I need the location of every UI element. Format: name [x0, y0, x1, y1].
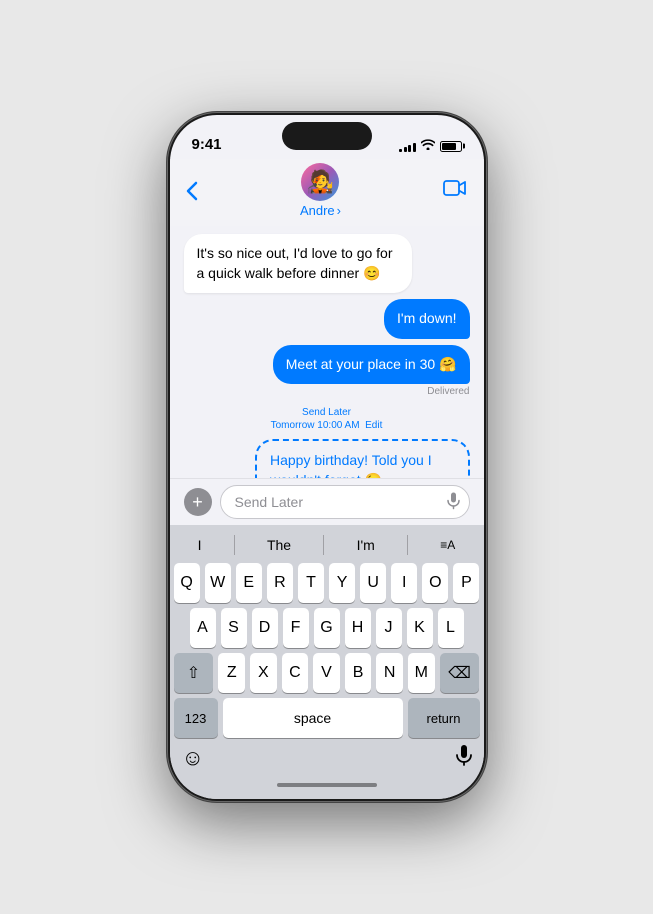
- return-key[interactable]: return: [408, 698, 480, 738]
- key-S[interactable]: S: [221, 608, 247, 648]
- bubble-scheduled: Happy birthday! Told you I wouldn't forg…: [255, 439, 470, 478]
- key-row-4: 123 space return: [174, 698, 480, 738]
- key-row-2: A S D F G H J K L: [174, 608, 480, 648]
- status-time: 9:41: [192, 136, 222, 153]
- send-later-info: Send Later Tomorrow 10:00 AM Edit: [184, 405, 470, 431]
- contact-name: Andre ›: [300, 203, 341, 218]
- key-I[interactable]: I: [391, 563, 417, 603]
- key-M[interactable]: M: [408, 653, 435, 693]
- key-O[interactable]: O: [422, 563, 448, 603]
- key-W[interactable]: W: [205, 563, 231, 603]
- nav-bar: 🧑‍🎤 Andre ›: [170, 159, 484, 226]
- key-U[interactable]: U: [360, 563, 386, 603]
- key-row-1: Q W E R T Y U I O P: [174, 563, 480, 603]
- message-received-1: It's so nice out, I'd love to go for a q…: [184, 234, 413, 293]
- suggestion-I[interactable]: I: [198, 537, 202, 553]
- input-area: + Send Later: [170, 478, 484, 525]
- bubble-sent-1: I'm down!: [384, 299, 469, 339]
- key-row-3: ⇧ Z X C V B N M ⌫: [174, 653, 480, 693]
- key-C[interactable]: C: [282, 653, 309, 693]
- home-indicator: [174, 779, 480, 795]
- delivered-label: Delivered: [273, 386, 470, 397]
- keyboard-suggestions: I The I'm ≡A: [174, 531, 480, 563]
- key-G[interactable]: G: [314, 608, 340, 648]
- key-L[interactable]: L: [438, 608, 464, 648]
- wifi-icon: [421, 139, 435, 153]
- mic-icon[interactable]: [447, 492, 460, 513]
- key-J[interactable]: J: [376, 608, 402, 648]
- status-icons: [399, 139, 462, 153]
- key-N[interactable]: N: [376, 653, 403, 693]
- avatar: 🧑‍🎤: [301, 163, 339, 201]
- shift-key[interactable]: ⇧: [174, 653, 214, 693]
- key-X[interactable]: X: [250, 653, 277, 693]
- numbers-key[interactable]: 123: [174, 698, 218, 738]
- send-later-time: Tomorrow 10:00 AM Edit: [184, 420, 470, 431]
- message-sent-1: I'm down!: [384, 299, 469, 339]
- key-V[interactable]: V: [313, 653, 340, 693]
- messages-area: It's so nice out, I'd love to go for a q…: [170, 226, 484, 478]
- send-later-edit[interactable]: Edit: [365, 420, 382, 431]
- key-F[interactable]: F: [283, 608, 309, 648]
- input-placeholder: Send Later: [235, 494, 304, 510]
- video-call-button[interactable]: [443, 179, 467, 202]
- keyboard-rows: Q W E R T Y U I O P A S D F: [174, 563, 480, 738]
- key-A[interactable]: A: [190, 608, 216, 648]
- signal-icon: [399, 141, 416, 152]
- key-H[interactable]: H: [345, 608, 371, 648]
- key-Y[interactable]: Y: [329, 563, 355, 603]
- add-attachment-button[interactable]: +: [184, 488, 212, 516]
- key-D[interactable]: D: [252, 608, 278, 648]
- space-key[interactable]: space: [223, 698, 403, 738]
- key-E[interactable]: E: [236, 563, 262, 603]
- key-P[interactable]: P: [453, 563, 479, 603]
- input-row: + Send Later: [184, 485, 470, 519]
- message-input[interactable]: Send Later: [220, 485, 470, 519]
- emoji-icon[interactable]: ☺: [182, 745, 204, 771]
- key-Z[interactable]: Z: [218, 653, 245, 693]
- format-icon[interactable]: ≡A: [440, 538, 455, 552]
- dictation-icon[interactable]: [456, 744, 472, 771]
- dynamic-island: [282, 122, 372, 150]
- suggestion-The[interactable]: The: [267, 537, 291, 553]
- keyboard: I The I'm ≡A Q W E R T Y U I: [170, 525, 484, 799]
- delete-key[interactable]: ⌫: [440, 653, 480, 693]
- bubble-received-1: It's so nice out, I'd love to go for a q…: [184, 234, 413, 293]
- key-K[interactable]: K: [407, 608, 433, 648]
- message-scheduled: Happy birthday! Told you I wouldn't forg…: [255, 439, 470, 478]
- key-B[interactable]: B: [345, 653, 372, 693]
- contact-info[interactable]: 🧑‍🎤 Andre ›: [300, 163, 341, 218]
- suggestion-Im[interactable]: I'm: [357, 537, 375, 553]
- input-container: Send Later: [220, 485, 470, 519]
- send-later-title: Send Later: [184, 407, 470, 418]
- battery-icon: [440, 141, 462, 152]
- key-Q[interactable]: Q: [174, 563, 200, 603]
- key-T[interactable]: T: [298, 563, 324, 603]
- bubble-sent-2: Meet at your place in 30 🤗: [273, 345, 470, 385]
- keyboard-bottom: ☺: [174, 738, 480, 779]
- message-sent-2: Meet at your place in 30 🤗 Delivered: [273, 345, 470, 398]
- phone-frame: 9:41: [167, 112, 487, 802]
- back-button[interactable]: [186, 181, 198, 201]
- key-R[interactable]: R: [267, 563, 293, 603]
- phone-screen: 9:41: [170, 115, 484, 799]
